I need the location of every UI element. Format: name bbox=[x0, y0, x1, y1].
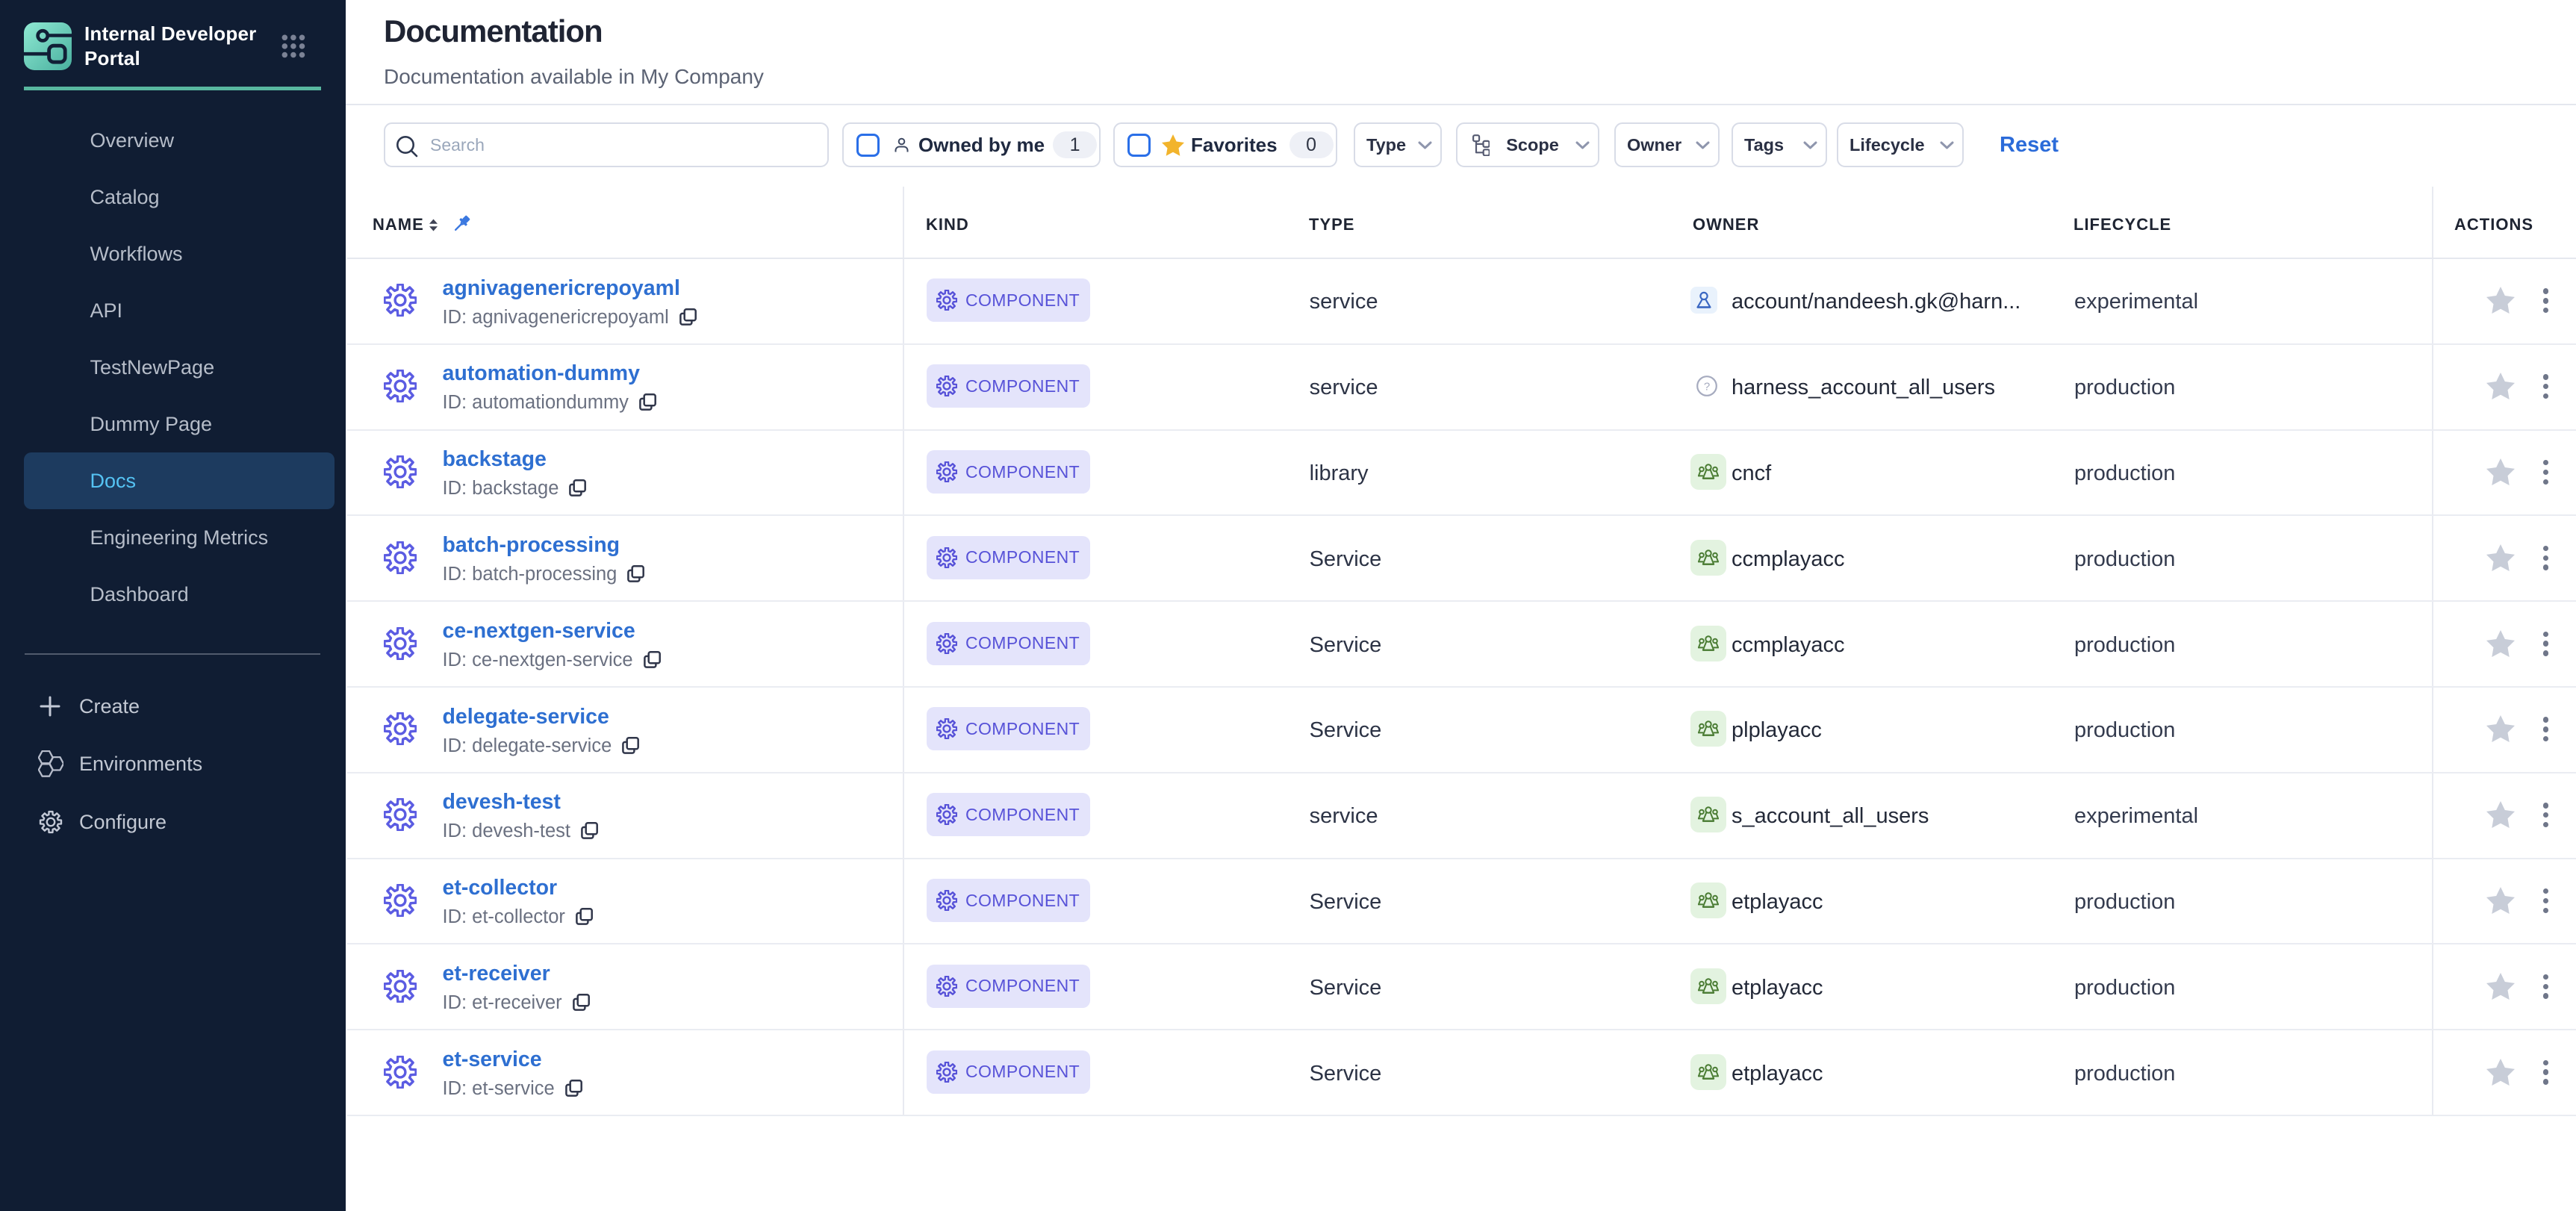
svg-text:?: ? bbox=[1704, 381, 1710, 393]
